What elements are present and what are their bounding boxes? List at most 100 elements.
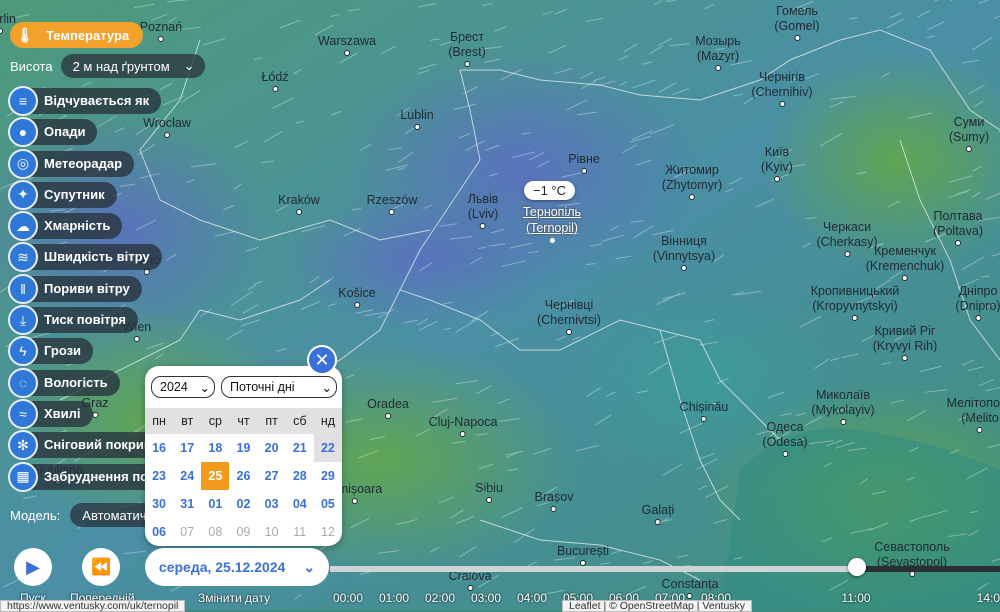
- city-label[interactable]: Суми (Sumy): [949, 115, 989, 152]
- city-label[interactable]: Брест (Brest): [448, 30, 486, 67]
- layer-label: Відчувається як: [24, 88, 162, 114]
- calendar-day[interactable]: 03: [258, 490, 286, 518]
- city-label[interactable]: Łódź: [261, 70, 289, 92]
- city-label[interactable]: Рівне: [568, 152, 600, 174]
- calendar-day[interactable]: 05: [314, 490, 342, 518]
- timeline-tick-label[interactable]: 02:00: [425, 591, 455, 605]
- city-label[interactable]: Chișinău: [680, 400, 728, 422]
- city-label[interactable]: Lublin: [400, 108, 434, 130]
- city-label[interactable]: Житомир (Zhytomyr): [662, 163, 722, 200]
- change-date-label[interactable]: Змінити дату: [198, 591, 270, 605]
- play-button[interactable]: ▶: [14, 548, 52, 586]
- city-dot: [902, 355, 908, 361]
- city-name: Warszawa: [318, 34, 376, 48]
- layer-button[interactable]: ✦ Супутник: [8, 179, 193, 210]
- city-label[interactable]: Poznań: [140, 20, 182, 42]
- city-label[interactable]: Oradea: [367, 397, 409, 419]
- previous-button[interactable]: ⏪: [82, 548, 120, 586]
- city-label[interactable]: Вінниця (Vinnytsya): [653, 234, 715, 271]
- city-label[interactable]: Одеса (Odesa): [762, 420, 808, 457]
- calendar-day[interactable]: 01: [201, 490, 229, 518]
- layer-button[interactable]: ⤓ Тиск повітря: [8, 305, 193, 336]
- weekday-header: вт: [173, 408, 202, 434]
- calendar-day[interactable]: 19: [229, 434, 257, 462]
- city-label[interactable]: Rzeszów: [367, 193, 417, 215]
- city-label[interactable]: Київ (Kyiv): [761, 145, 793, 182]
- city-label[interactable]: Brașov: [535, 490, 573, 512]
- calendar-day[interactable]: 06: [145, 518, 173, 546]
- city-label[interactable]: Cluj-Napoca: [429, 415, 497, 437]
- city-label[interactable]: Миколаїв (Mykolayiv): [811, 388, 875, 425]
- calendar-day[interactable]: 04: [286, 490, 314, 518]
- calendar-day[interactable]: 29: [314, 462, 342, 490]
- timeline-tick-label[interactable]: 03:00: [471, 591, 501, 605]
- timeline-tick-label[interactable]: 00:00: [333, 591, 363, 605]
- selected-city[interactable]: Тернопіль (Ternopil): [523, 204, 581, 243]
- timeline-tick-label[interactable]: 01:00: [379, 591, 409, 605]
- layer-button[interactable]: ≋ Швидкість вітру: [8, 242, 193, 273]
- calendar-day[interactable]: 23: [145, 462, 173, 490]
- city-label[interactable]: București: [557, 544, 609, 566]
- layer-label: Пориви вітру: [24, 275, 142, 302]
- city-label[interactable]: Гомель (Gomel): [774, 4, 820, 41]
- city-label[interactable]: Кривий Ріг (Kryvyi Rih): [873, 324, 937, 361]
- range-select[interactable]: Поточні дні ⌄: [221, 376, 337, 398]
- calendar-day[interactable]: 27: [258, 462, 286, 490]
- city-name: Кривий Ріг: [874, 324, 936, 338]
- calendar-day[interactable]: 21: [286, 434, 314, 462]
- city-label[interactable]: Kraków: [278, 193, 320, 215]
- calendar-day[interactable]: 31: [173, 490, 201, 518]
- calendar-day[interactable]: 17: [173, 434, 201, 462]
- city-dot: [966, 146, 972, 152]
- timeline-tick-label[interactable]: 04:00: [517, 591, 547, 605]
- city-label[interactable]: Кропивницький (Kropyvnytskyi): [811, 284, 899, 321]
- city-label[interactable]: Košice: [338, 286, 376, 308]
- layer-button[interactable]: ◎ Метеорадар: [8, 148, 193, 179]
- city-name: Чернігів: [759, 70, 805, 84]
- thermometer-icon: 🌡: [16, 26, 34, 43]
- height-select[interactable]: 2 м над ґрунтом ⌄: [60, 54, 205, 78]
- city-name: Одеса: [766, 420, 804, 434]
- city-label[interactable]: Sibiu: [475, 481, 503, 503]
- calendar-day[interactable]: 25: [201, 462, 230, 490]
- date-button[interactable]: середа, 25.12.2024 ⌄: [145, 548, 329, 586]
- calendar-day[interactable]: 16: [145, 434, 173, 462]
- layer-button[interactable]: ☁ Хмарність: [8, 211, 193, 242]
- layer-button[interactable]: ≡ Відчувається як: [8, 86, 193, 116]
- waves-icon: ≈: [8, 398, 38, 429]
- city-dot: [343, 50, 350, 56]
- timeline-tick-label[interactable]: 11:00: [841, 591, 870, 605]
- city-label[interactable]: Чернігів (Chernihiv): [751, 70, 813, 107]
- close-icon[interactable]: ✕: [307, 345, 337, 375]
- city-label[interactable]: Warszawa: [318, 34, 376, 56]
- timeline-handle[interactable]: [847, 558, 866, 576]
- layer-button[interactable]: ● Опади: [8, 117, 193, 148]
- city-label[interactable]: Львів (Lviv): [468, 192, 498, 229]
- selected-city-alt[interactable]: (Ternopil): [526, 221, 578, 235]
- year-select[interactable]: 2024 ⌄: [151, 376, 215, 398]
- selected-city-name[interactable]: Тернопіль: [523, 205, 581, 219]
- city-label[interactable]: Galați: [642, 503, 674, 525]
- city-label[interactable]: Мелітополь(Melito: [947, 396, 1000, 433]
- calendar-day[interactable]: 26: [229, 462, 257, 490]
- calendar-day[interactable]: 20: [258, 434, 286, 462]
- city-label[interactable]: Мозырь (Mazyr): [695, 34, 741, 71]
- calendar-day[interactable]: 30: [145, 490, 173, 518]
- city-label[interactable]: Дніпро (Dnipro): [955, 284, 1000, 321]
- layer-button[interactable]: ǁ Пориви вітру: [8, 273, 193, 304]
- temperature-chip[interactable]: −1 °C: [524, 181, 576, 200]
- city-dot: [158, 36, 164, 42]
- city-label[interactable]: Чернівці (Chernivtsi): [537, 298, 601, 335]
- calendar-day[interactable]: 28: [286, 462, 314, 490]
- calendar-day[interactable]: 24: [173, 462, 201, 490]
- status-url: https://www.ventusky.com/uk/ternopil: [0, 600, 186, 612]
- timeline-tick-label[interactable]: 14:0: [977, 591, 1000, 605]
- calendar-day[interactable]: 22: [313, 434, 342, 462]
- city-label[interactable]: Кременчук (Kremenchuk): [866, 244, 944, 281]
- city-label[interactable]: Craiova: [448, 569, 492, 591]
- calendar-day[interactable]: 18: [201, 434, 229, 462]
- calendar-day[interactable]: 02: [229, 490, 257, 518]
- city-label[interactable]: Полтава (Poltava): [933, 209, 983, 246]
- layer-button[interactable]: ϟ Грози: [8, 336, 193, 367]
- layer-temperature-button[interactable]: 🌡 Температура: [10, 22, 144, 48]
